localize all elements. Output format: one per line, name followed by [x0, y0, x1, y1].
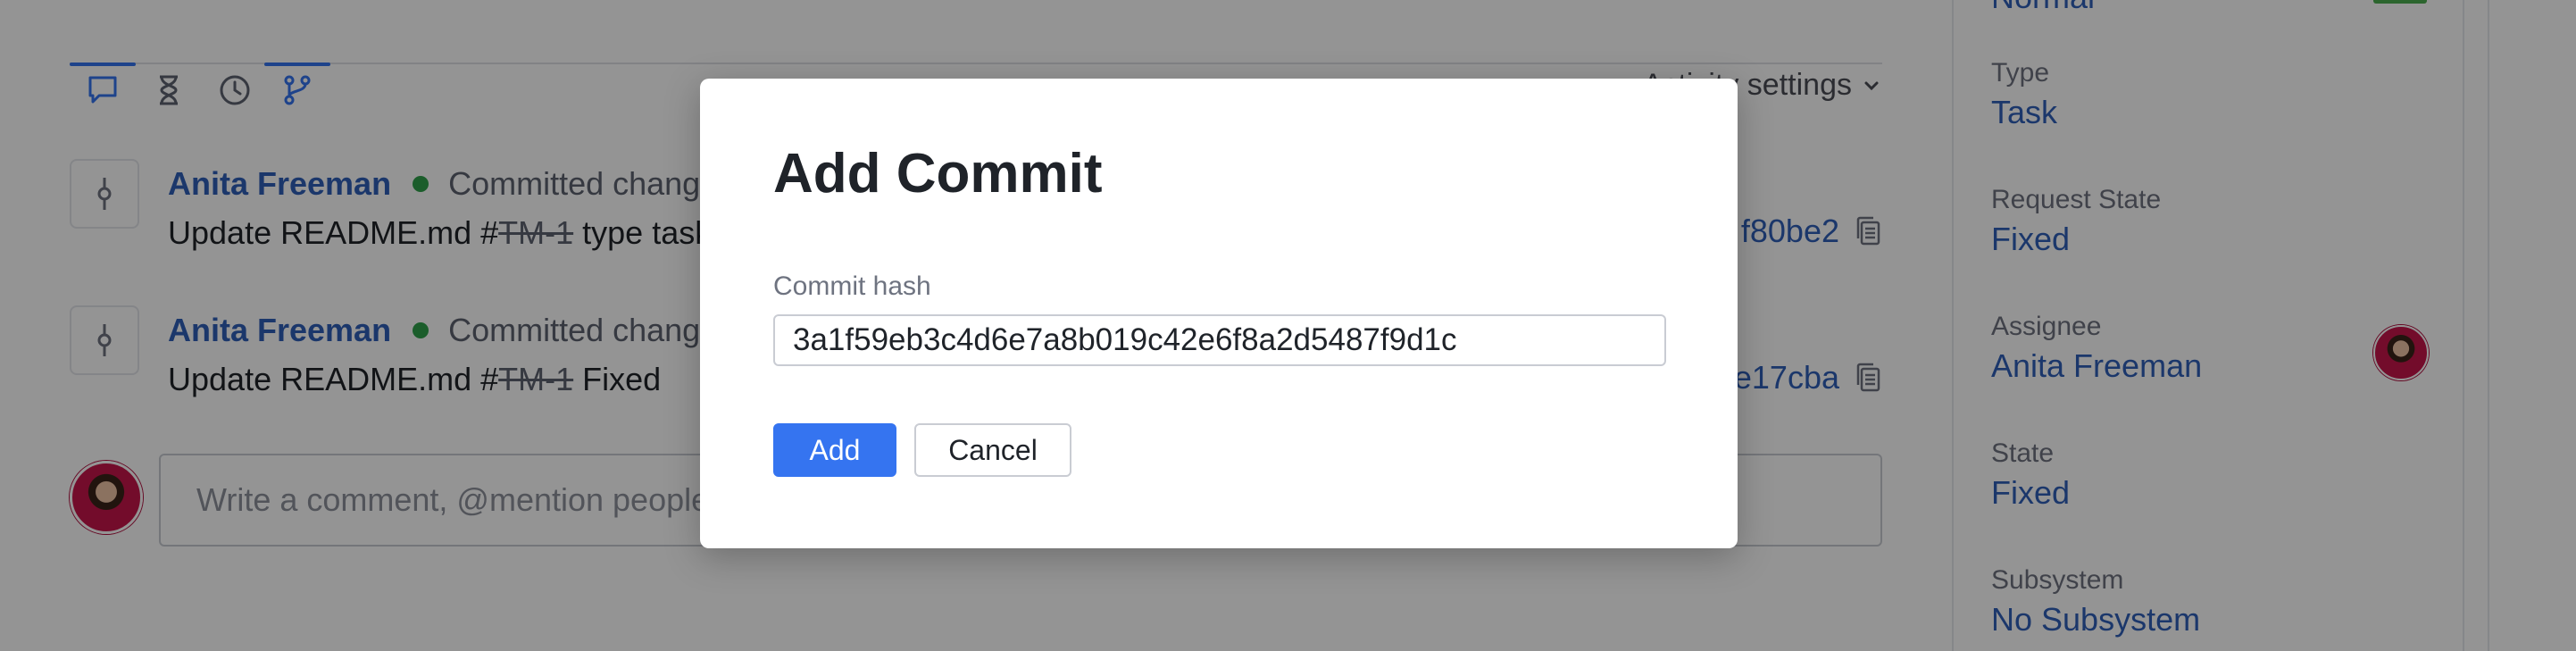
cancel-button[interactable]: Cancel [914, 423, 1071, 477]
add-commit-dialog: Add Commit Commit hash Add Cancel [700, 79, 1738, 548]
commit-hash-label: Commit hash [773, 271, 931, 301]
add-button[interactable]: Add [773, 423, 896, 477]
dialog-title: Add Commit [773, 143, 1103, 204]
commit-hash-input[interactable] [773, 314, 1666, 366]
issue-page: Activity settings Anita Freeman Committe… [0, 0, 2576, 651]
